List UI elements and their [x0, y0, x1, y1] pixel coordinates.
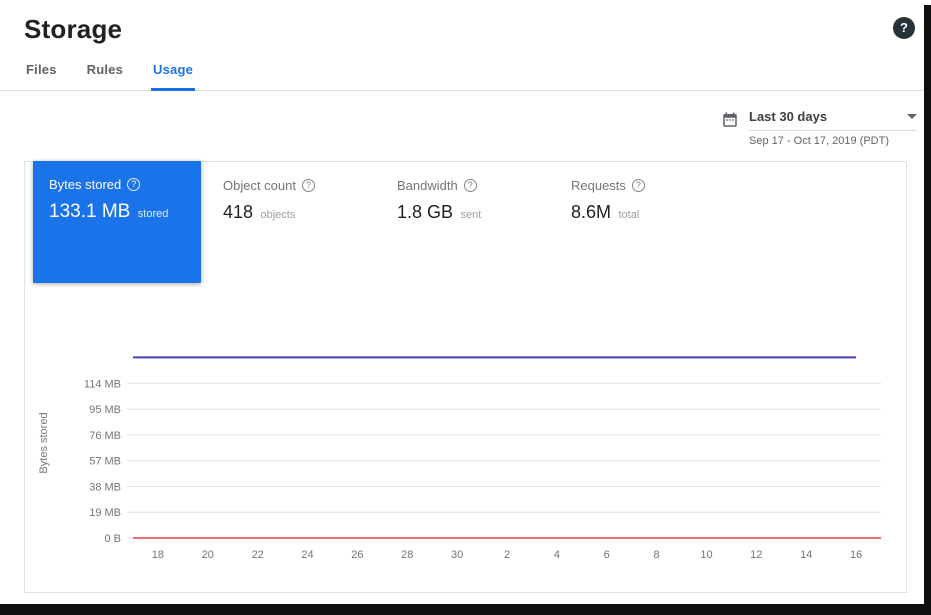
- tab-usage[interactable]: Usage: [151, 58, 195, 91]
- svg-text:30: 30: [451, 549, 463, 561]
- date-range-dropdown[interactable]: Last 30 days Sep 17 - Oct 17, 2019 (PDT): [721, 109, 917, 147]
- svg-text:2: 2: [504, 549, 510, 561]
- svg-text:57 MB: 57 MB: [89, 456, 121, 468]
- svg-text:6: 6: [604, 549, 610, 561]
- svg-text:16: 16: [850, 549, 862, 561]
- page-title: Storage: [24, 14, 122, 44]
- metric-label-row: Bytes stored: [49, 177, 185, 192]
- svg-text:20: 20: [202, 549, 214, 561]
- svg-text:12: 12: [750, 549, 762, 561]
- tab-files[interactable]: Files: [24, 58, 59, 91]
- metrics-row: Object count 418 objects Bandwidth 1.8 G…: [223, 178, 745, 223]
- metric-value: 133.1 MB: [49, 201, 130, 222]
- metric-bandwidth[interactable]: Bandwidth 1.8 GB sent: [397, 178, 571, 223]
- metric-label: Object count: [223, 178, 296, 193]
- svg-text:0 B: 0 B: [104, 533, 121, 545]
- help-circle-icon: [302, 179, 315, 192]
- svg-text:14: 14: [800, 549, 812, 561]
- metric-unit: objects: [261, 209, 296, 221]
- date-filter-row: Last 30 days Sep 17 - Oct 17, 2019 (PDT): [0, 91, 931, 147]
- usage-chart: 0 B19 MB38 MB57 MB76 MB95 MB114 MB182022…: [33, 330, 905, 580]
- svg-text:10: 10: [700, 549, 712, 561]
- svg-text:18: 18: [152, 549, 164, 561]
- metric-label: Requests: [571, 178, 626, 193]
- metric-value-row: 133.1 MB stored: [49, 201, 185, 223]
- date-range-label: Last 30 days: [749, 109, 827, 124]
- svg-text:19 MB: 19 MB: [89, 507, 121, 519]
- metric-unit: total: [618, 209, 639, 221]
- calendar-icon: [721, 111, 739, 134]
- metric-label: Bandwidth: [397, 178, 458, 193]
- date-range-label-row: Last 30 days: [749, 109, 917, 131]
- svg-text:4: 4: [554, 549, 560, 561]
- svg-text:8: 8: [654, 549, 660, 561]
- metric-value: 1.8 GB: [397, 202, 453, 222]
- metric-unit: sent: [460, 209, 481, 221]
- help-circle-icon: [127, 178, 140, 191]
- date-range-value: Sep 17 - Oct 17, 2019 (PDT): [749, 135, 917, 147]
- metric-value-row: 418 objects: [223, 202, 397, 223]
- date-texts: Last 30 days Sep 17 - Oct 17, 2019 (PDT): [749, 109, 917, 147]
- svg-text:24: 24: [301, 549, 313, 561]
- metric-label: Bytes stored: [49, 177, 121, 192]
- caret-down-icon: [907, 114, 917, 119]
- metric-requests[interactable]: Requests 8.6M total: [571, 178, 745, 223]
- metric-object-count[interactable]: Object count 418 objects: [223, 178, 397, 223]
- tab-bar: Files Rules Usage: [0, 58, 931, 91]
- metric-value-row: 1.8 GB sent: [397, 202, 571, 223]
- help-button[interactable]: [893, 17, 915, 39]
- metric-value-row: 8.6M total: [571, 202, 745, 223]
- metric-bytes-stored[interactable]: Bytes stored 133.1 MB stored: [33, 161, 201, 283]
- usage-panel: Bytes stored 133.1 MB stored Object coun…: [24, 161, 907, 593]
- help-circle-icon: [632, 179, 645, 192]
- metric-label-row: Object count: [223, 178, 397, 193]
- svg-text:28: 28: [401, 549, 413, 561]
- metric-label-row: Bandwidth: [397, 178, 571, 193]
- help-circle-icon: [464, 179, 477, 192]
- svg-text:26: 26: [351, 549, 363, 561]
- svg-text:76 MB: 76 MB: [89, 430, 121, 442]
- metric-value: 8.6M: [571, 202, 611, 222]
- svg-text:114 MB: 114 MB: [84, 378, 121, 390]
- question-mark-icon: [900, 19, 908, 37]
- tab-rules[interactable]: Rules: [85, 58, 125, 91]
- svg-text:38 MB: 38 MB: [89, 481, 121, 493]
- window-edge-bottom: [0, 604, 931, 615]
- storage-page: Storage Files Rules Usage Last 30 days S…: [0, 0, 931, 593]
- svg-text:22: 22: [252, 549, 264, 561]
- svg-text:Bytes stored: Bytes stored: [38, 412, 50, 473]
- page-header: Storage: [0, 0, 931, 44]
- metric-unit: stored: [138, 208, 169, 220]
- svg-text:95 MB: 95 MB: [89, 404, 121, 416]
- metric-value: 418: [223, 202, 253, 222]
- window-edge-right: [924, 5, 931, 615]
- metric-label-row: Requests: [571, 178, 745, 193]
